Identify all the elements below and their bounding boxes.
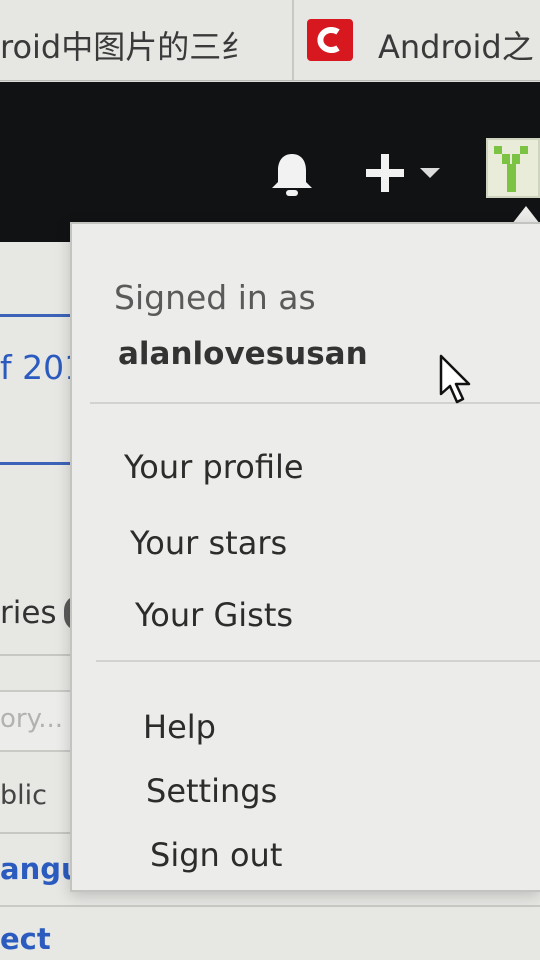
signed-in-username: alanlovesusan [118,336,368,372]
avatar[interactable] [486,138,540,198]
menu-item-settings[interactable]: Settings [146,772,277,810]
repositories-tab[interactable]: ries [0,595,57,631]
browser-tab-strip: roid中图片的三纟 Android之 [0,0,540,81]
menu-item-help[interactable]: Help [143,708,216,746]
tab-separator [292,0,294,80]
divider [0,905,540,907]
mouse-cursor-icon [438,354,476,406]
menu-item-sign-out[interactable]: Sign out [150,836,282,874]
create-new-button[interactable] [362,150,408,196]
filter-public[interactable]: blic [0,780,47,811]
menu-item-your-gists[interactable]: Your Gists [135,596,293,634]
browser-tab-1[interactable]: roid中图片的三纟 [0,22,253,68]
underline-1 [0,314,72,317]
dropdown-divider [96,660,540,662]
caret-down-icon[interactable] [418,165,442,179]
menu-item-your-stars[interactable]: Your stars [130,524,287,562]
csdn-favicon-icon [307,19,353,61]
bell-icon[interactable] [268,150,316,200]
signed-in-label: Signed in as [114,278,316,317]
menu-item-your-profile[interactable]: Your profile [124,448,304,486]
browser-tab-2[interactable]: Android之 [378,22,534,68]
repo-link[interactable]: ect [0,922,51,956]
repo-search-placeholder: ory... [0,704,64,734]
